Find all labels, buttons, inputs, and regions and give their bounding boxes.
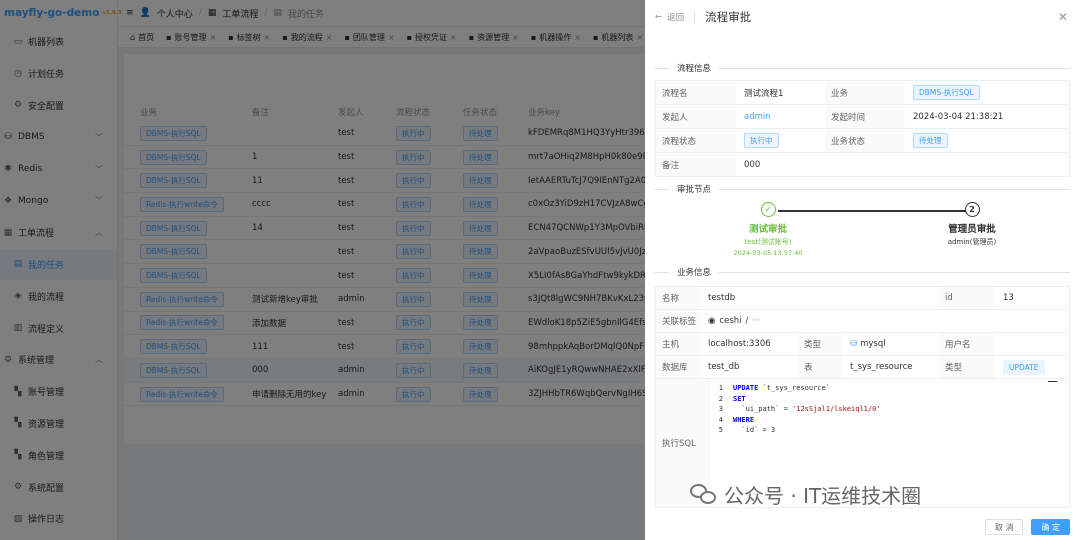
code-line: 4 WHERE [711,415,1069,426]
line-number: 2 [718,394,723,403]
more-tags-link[interactable]: ··· [752,316,760,326]
step-test-approval: ✓ 测试审批 test(测试账号) 2024-03-05 13:57:40 [713,202,823,257]
start-time-label: 发起时间 [825,105,905,128]
db-type-label: 类型 [798,333,842,355]
line-number: 5 [718,426,723,435]
flow-status-tag: 执行中 [744,133,779,148]
remark-value: 000 [744,159,761,170]
flow-info-row: 流程状态 执行中 业务状态 待处理 [656,129,1069,153]
drawer-title: 流程审批 [705,10,752,24]
close-icon[interactable]: ✕ [1058,10,1068,24]
remark-label: 备注 [656,153,736,176]
check-icon: ✓ [760,202,776,217]
code-line: 5 `id` = 3 [711,425,1069,436]
step-title: 管理员审批 [948,224,996,235]
sql-text: `t_sys_resource` [758,384,830,393]
starter-label: 发起人 [656,105,736,128]
biz-status-label: 业务状态 [825,129,905,152]
biz-status-tag: 待处理 [913,133,948,148]
line-number: 4 [718,415,723,424]
step-number: 2 [964,202,980,217]
sql-string: '12sSjal1/lskeiql1/0' [792,405,881,414]
flow-status-label: 流程状态 [656,129,736,152]
approval-steps: ✓ 测试审批 test(测试账号) 2024-03-05 13:57:40 2 … [655,200,1070,260]
line-number: 1 [718,384,723,393]
biz-info-table: 名称 testdb id 13 关联标签 ◉ ceshi / ··· 主机 lo… [655,286,1070,508]
biz-info-row: 关联标签 ◉ ceshi / ··· [656,310,1069,333]
wechat-icon [690,483,718,506]
step-assignee: admin(管理员) [947,238,997,246]
biz-info-section-title: 业务信息 [655,266,1070,278]
back-button[interactable]: ← 返回 [655,11,684,23]
modal-overlay[interactable] [0,0,645,540]
sql-keyword: WHERE [733,415,755,424]
name-value: testdb [708,293,736,303]
flow-info-table: 流程名 测试流程1 业务 DBMS-执行SQL 发起人 admin 发起时间 2… [655,80,1070,177]
drawer-footer: 取 消 确 定 [645,514,1080,540]
biz-info-row: 主机 localhost:3306 类型 ⛁ mysql 用户名 [656,333,1069,356]
flow-info-section-title: 流程信息 [655,62,1070,74]
biz-status-value: 待处理 [905,129,1069,152]
biz-tag: DBMS-执行SQL [913,85,980,100]
sql-type-label: 类型 [939,356,995,378]
watermark-text: 公众号 · IT运维技术圈 [724,484,922,508]
flow-info-row: 发起人 admin 发起时间 2024-03-04 21:38:21 [656,105,1069,129]
approval-drawer: ← 返回 流程审批 ✕ 流程信息 流程名 测试流程1 业务 DBMS-执行SQL… [645,0,1080,540]
step-assignee: test(测试账号) [744,238,792,246]
confirm-button[interactable]: 确 定 [1031,519,1070,535]
biz-label: 业务 [825,81,905,104]
tag-icon: ◉ [708,316,716,326]
sql-type-value: UPDATE [995,356,1069,378]
host-label: 主机 [656,333,700,355]
biz-info-row: 名称 testdb id 13 [656,287,1069,310]
db-type-value: ⛁ mysql [850,339,886,349]
header-divider [694,11,696,23]
drawer-header: ← 返回 流程审批 ✕ [645,0,1080,34]
tags-label: 关联标签 [656,310,700,332]
step-admin-approval: 2 管理员审批 admin(管理员) [917,202,1027,247]
cancel-button[interactable]: 取 消 [984,519,1024,535]
id-label: id [939,287,995,309]
arrow-left-icon: ← [655,12,663,22]
name-label: 名称 [656,287,700,309]
biz-info-row: 数据库 test_db 表 t_sys_resource 类型 UPDATE [656,356,1069,379]
line-number: 3 [718,405,723,414]
sql-text: `ui_path` = [733,405,793,414]
back-label: 返回 [667,13,685,23]
username-label: 用户名 [939,333,995,355]
tag-path: ceshi [719,316,742,326]
sql-text: `id` = 3 [733,426,776,435]
biz-value: DBMS-执行SQL [905,81,1069,104]
flow-status-value: 执行中 [736,129,825,152]
mysql-icon: ⛁ [850,339,858,349]
step-title: 测试审批 [748,224,787,235]
flow-name-value: 测试流程1 [744,88,784,99]
start-time-value: 2024-03-04 21:38:21 [913,111,1004,122]
wechat-watermark: 公众号 · IT运维技术圈 [690,480,921,509]
step-time: 2024-03-05 13:57:40 [733,249,803,257]
sql-keyword: SET [733,394,746,403]
code-line: 1 UPDATE `t_sys_resource` [711,383,1069,394]
database-value: test_db [708,362,740,372]
flow-info-row: 流程名 测试流程1 业务 DBMS-执行SQL [656,81,1069,105]
host-value: localhost:3306 [708,339,771,349]
code-line: 3 `ui_path` = '12sSjal1/lskeiql1/0' [711,404,1069,415]
username-value [995,333,1069,355]
table-label: 表 [798,356,842,378]
id-value: 13 [1003,293,1014,303]
flow-info-row: 备注 000 [656,153,1069,177]
flow-name-label: 流程名 [656,81,736,104]
tags-value: ◉ ceshi / ··· [700,310,1069,332]
code-line: 2 SET [711,394,1069,405]
database-label: 数据库 [656,356,700,378]
tag-path-sep: / [745,316,749,326]
editor-cursor [1048,381,1057,382]
sql-keyword: UPDATE [733,384,759,393]
sql-type-tag: UPDATE [1003,359,1045,375]
starter-link[interactable]: admin [736,105,825,128]
table-value: t_sys_resource [850,362,913,372]
approval-node-section-title: 审批节点 [655,183,1070,195]
